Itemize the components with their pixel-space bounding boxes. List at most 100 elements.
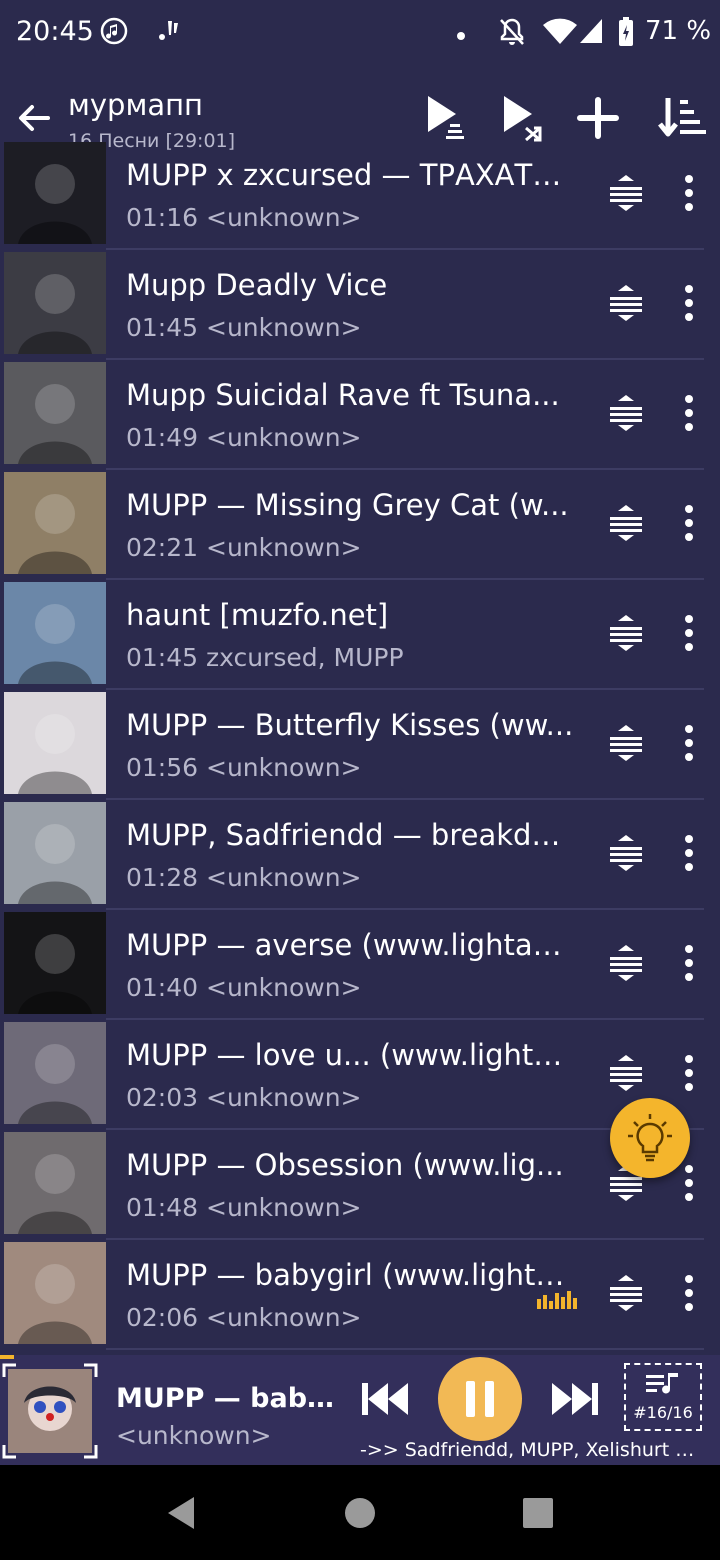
queue-position: #16/16 (633, 1403, 693, 1422)
track-thumbnail[interactable] (4, 912, 106, 1014)
system-nav-bar (0, 1465, 720, 1560)
more-vert-icon (685, 505, 693, 541)
track-title: MUPP — Obsession (www.lig... (126, 1148, 564, 1182)
track-meta: 02:03 <unknown> (126, 1083, 362, 1112)
mini-player[interactable]: MUPP — babygi... <unknown> #16/16 ->> Sa… (0, 1355, 720, 1465)
previous-button[interactable] (358, 1377, 412, 1421)
pause-icon (466, 1381, 494, 1417)
track-row[interactable]: Mupp Suicidal Rave ft Tsuna... 01:49 <unk… (0, 360, 720, 470)
now-playing-artist[interactable]: <unknown> (116, 1421, 272, 1450)
track-title: MUPP — babygirl (www.lighta... (126, 1258, 576, 1292)
track-thumbnail[interactable] (4, 142, 106, 244)
more-options-button[interactable] (674, 723, 704, 763)
more-options-button[interactable] (674, 943, 704, 983)
lightbulb-icon (628, 1114, 672, 1162)
more-options-button[interactable] (674, 283, 704, 323)
drag-handle-icon (610, 615, 642, 651)
track-row[interactable]: MUPP — Missing Grey Cat (w... 02:21 <unkn… (0, 470, 720, 580)
next-up-text: ->> Sadfriendd, MUPP, Xelishurt — ... (360, 1439, 710, 1461)
back-button[interactable] (14, 98, 54, 138)
track-thumbnail[interactable] (4, 1022, 106, 1124)
track-title: Mupp Suicidal Rave ft Tsuna... (126, 378, 560, 412)
more-options-button[interactable] (674, 503, 704, 543)
track-title: MUPP x zxcursed — ТРАХАТЬ... (126, 158, 576, 192)
status-bar: 20:45 71 % (0, 0, 720, 70)
track-meta: 01:16 <unknown> (126, 203, 362, 232)
queue-button[interactable]: #16/16 (624, 1363, 702, 1431)
more-vert-icon (685, 725, 693, 761)
track-thumbnail[interactable] (4, 692, 106, 794)
more-options-button[interactable] (674, 1273, 704, 1313)
track-thumbnail[interactable] (4, 1242, 106, 1344)
notifications-off-icon (498, 17, 526, 51)
battery-icon (618, 17, 634, 51)
track-row[interactable]: MUPP, Sadfriendd — breakdo... 01:28 <unkn… (0, 800, 720, 910)
nav-back-button[interactable] (162, 1493, 202, 1533)
track-thumbnail[interactable] (4, 1132, 106, 1234)
drag-handle[interactable] (606, 393, 646, 433)
drag-handle[interactable] (606, 613, 646, 653)
notification-icon (156, 17, 182, 49)
drag-handle-icon (610, 1055, 642, 1091)
track-row[interactable]: MUPP — Butterfly Kisses (ww... 01:56 <unk… (0, 690, 720, 800)
track-meta: 01:56 <unknown> (126, 753, 362, 782)
play-all-button[interactable] (420, 90, 476, 146)
track-meta: 02:21 <unknown> (126, 533, 362, 562)
pause-button[interactable] (438, 1357, 522, 1441)
signal-icon (578, 17, 604, 49)
track-meta: 01:45 <unknown> (126, 313, 362, 342)
tips-fab[interactable] (610, 1098, 690, 1178)
track-title: haunt [muzfo.net] (126, 598, 389, 632)
more-vert-icon (685, 175, 693, 211)
track-thumbnail[interactable] (4, 802, 106, 904)
now-playing-title[interactable]: MUPP — babygi... (116, 1383, 344, 1414)
more-vert-icon (685, 1055, 693, 1091)
track-thumbnail[interactable] (4, 252, 106, 354)
drag-handle[interactable] (606, 1053, 646, 1093)
add-button[interactable] (570, 90, 626, 146)
drag-handle[interactable] (606, 723, 646, 763)
next-button[interactable] (548, 1377, 602, 1421)
track-row[interactable]: MUPP — averse (www.lightau... 01:40 <unkn… (0, 910, 720, 1020)
more-options-button[interactable] (674, 833, 704, 873)
track-row[interactable]: Mupp Deadly Vice 01:45 <unknown> (0, 250, 720, 360)
playback-progress[interactable] (0, 1355, 15, 1359)
track-title: MUPP — love u... (www.lighta... (126, 1038, 576, 1072)
nav-recents-icon (523, 1498, 553, 1528)
drag-handle[interactable] (606, 173, 646, 213)
drag-handle[interactable] (606, 943, 646, 983)
track-row[interactable]: MUPP x zxcursed — ТРАХАТЬ... 01:16 <unkno… (0, 140, 720, 250)
nav-recents-button[interactable] (518, 1493, 558, 1533)
now-playing-art[interactable] (2, 1363, 98, 1459)
drag-handle[interactable] (606, 283, 646, 323)
drag-handle[interactable] (606, 503, 646, 543)
sort-button[interactable] (654, 90, 710, 146)
nav-home-button[interactable] (340, 1493, 380, 1533)
back-arrow-icon (19, 105, 50, 131)
shuffle-play-icon (504, 96, 542, 142)
track-thumbnail[interactable] (4, 582, 106, 684)
more-options-button[interactable] (674, 173, 704, 213)
track-title: MUPP, Sadfriendd — breakdo... (126, 818, 576, 852)
track-title: Mupp Deadly Vice (126, 268, 388, 302)
nav-home-icon (345, 1498, 375, 1528)
more-options-button[interactable] (674, 613, 704, 653)
wifi-icon (542, 17, 578, 49)
track-title: MUPP — Missing Grey Cat (w... (126, 488, 569, 522)
track-thumbnail[interactable] (4, 362, 106, 464)
track-row[interactable]: MUPP — babygirl (www.lighta... 02:06 <unk… (0, 1240, 720, 1350)
more-vert-icon (685, 615, 693, 651)
sort-icon (658, 98, 706, 137)
drag-handle[interactable] (606, 833, 646, 873)
shuffle-play-button[interactable] (496, 90, 552, 146)
drag-handle[interactable] (606, 1273, 646, 1313)
more-vert-icon (685, 835, 693, 871)
track-row[interactable]: haunt [muzfo.net] 01:45 zxcursed, MUPP (0, 580, 720, 690)
dot-icon (456, 26, 466, 45)
track-meta: 01:45 zxcursed, MUPP (126, 643, 404, 672)
track-thumbnail[interactable] (4, 472, 106, 574)
track-title: MUPP — averse (www.lightau... (126, 928, 576, 962)
more-options-button[interactable] (674, 1053, 704, 1093)
more-options-button[interactable] (674, 393, 704, 433)
more-vert-icon (685, 945, 693, 981)
